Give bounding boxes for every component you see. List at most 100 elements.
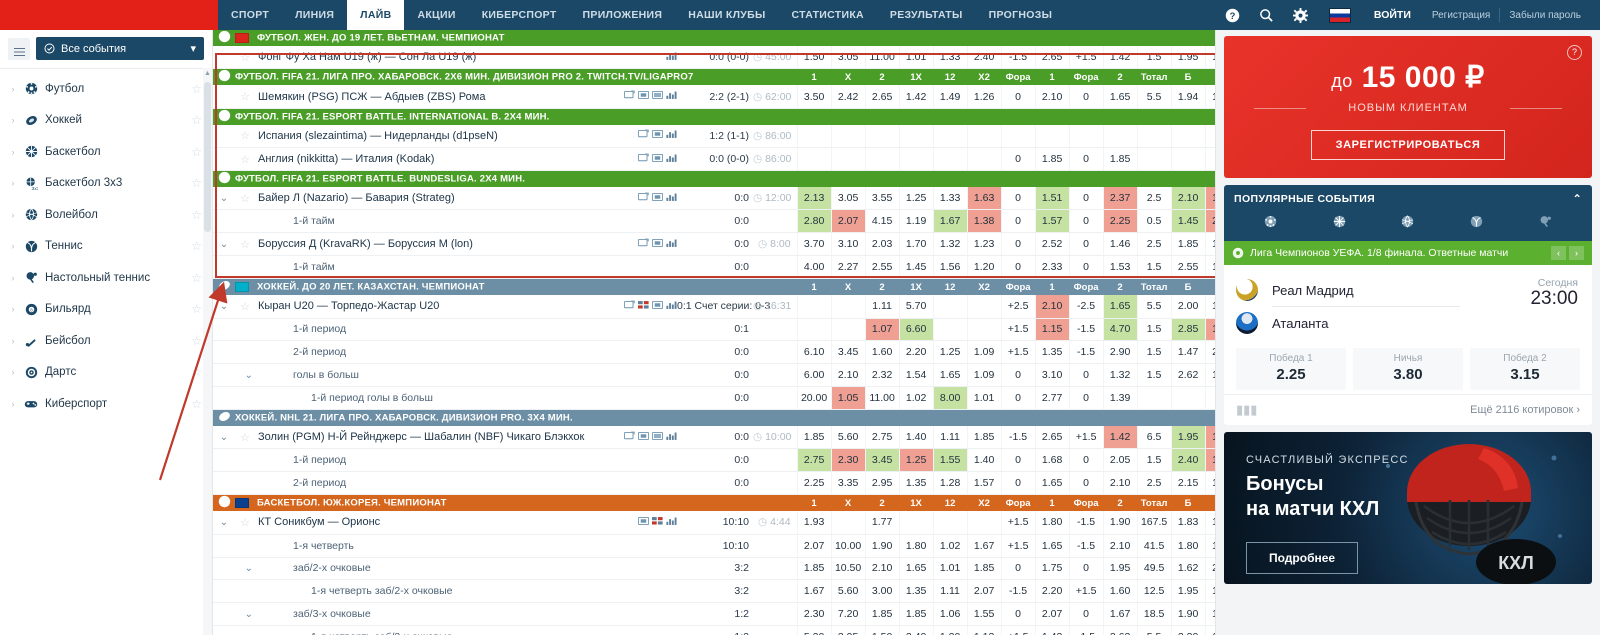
nav-item-1[interactable]: ЛИНИЯ <box>282 0 347 30</box>
odd-cell-9[interactable]: 2.25 <box>1102 209 1138 234</box>
favorite-star-icon[interactable]: ☆ <box>191 365 202 379</box>
column-header-9[interactable]: 2 <box>1103 494 1138 512</box>
odd-cell-3[interactable] <box>898 511 934 535</box>
market-row[interactable]: ⌄ заб/3-х очковые 1:2 2.30 7.20 1.85 1.85 1.06 1… <box>213 602 1215 627</box>
market-name[interactable]: 2-й период <box>255 471 585 496</box>
odd-cell-9[interactable]: 1.90 <box>1102 511 1138 535</box>
nav-item-4[interactable]: КИБЕРСПОРТ <box>469 0 570 30</box>
odd-cell-8[interactable]: -1.5 <box>1068 340 1104 365</box>
market-name[interactable]: 1-й период <box>255 448 585 473</box>
odd-cell-0[interactable]: 2.13 <box>796 187 832 211</box>
favorite-star-icon[interactable]: ☆ <box>191 334 202 348</box>
odd-cell-11[interactable]: 2.15 <box>1170 471 1206 496</box>
favorite-star-icon[interactable]: ☆ <box>191 302 202 316</box>
chevron-right-icon[interactable]: › <box>6 367 20 377</box>
odd-cell-4[interactable]: 1.11 <box>932 426 968 450</box>
odd-cell-6[interactable]: -1.5 <box>1000 46 1036 70</box>
odd-cell-0[interactable] <box>796 318 832 342</box>
odd-cell-7[interactable]: 1.65 <box>1034 471 1070 496</box>
odd-cell-11[interactable]: 1.83 <box>1170 511 1206 535</box>
column-header-1[interactable]: X <box>831 494 866 512</box>
odd-cell-6[interactable]: 0 <box>1000 471 1036 496</box>
odd-cell-7[interactable]: 1.35 <box>1034 340 1070 365</box>
odd-cell-5[interactable]: 1.09 <box>966 363 1002 388</box>
odd-cell-11[interactable] <box>1170 124 1206 149</box>
odd-cell-7[interactable]: 1.65 <box>1034 534 1070 558</box>
prev-league-icon[interactable]: ‹ <box>1551 246 1566 260</box>
odd-cell-1[interactable]: 10.00 <box>830 534 866 558</box>
odd-cell-10[interactable]: 2.5 <box>1136 471 1172 496</box>
odd-cell-9[interactable]: 2.90 <box>1102 340 1138 365</box>
odd-cell-7[interactable]: 1.68 <box>1034 448 1070 473</box>
odd-cell-3[interactable] <box>898 124 934 149</box>
odd-cell-4[interactable] <box>932 295 968 319</box>
odd-cell-9[interactable]: 2.63 <box>1102 625 1138 635</box>
odd-cell-6[interactable]: 0 <box>1000 557 1036 581</box>
odd-cell-5[interactable]: 1.55 <box>966 602 1002 627</box>
odd-cell-3[interactable]: 1.25 <box>898 448 934 473</box>
odd-cell-10[interactable]: 41.5 <box>1136 534 1172 558</box>
video-icon[interactable] <box>651 153 664 166</box>
odd-cell-8[interactable]: 0 <box>1068 85 1104 109</box>
odd-cell-1[interactable]: 5.60 <box>830 426 866 450</box>
event-name[interactable]: Байер Л (Nazario) — Бавария (Strateg) <box>255 187 585 211</box>
odd-cell-6[interactable]: 0 <box>1000 386 1036 411</box>
market-name[interactable]: 1-й тайм <box>255 209 585 234</box>
odd-cell-7[interactable]: 2.52 <box>1034 232 1070 257</box>
odd-cell-2[interactable]: 1.90 <box>864 534 900 558</box>
market-row[interactable]: 2-й период 0:0 2.25 3.35 2.95 1.35 1.28 1.57 0 1.… <box>213 471 1215 496</box>
odd-cell-2[interactable]: 2.55 <box>864 255 900 280</box>
column-header-9[interactable]: 2 <box>1103 278 1138 296</box>
odd-cell-3[interactable]: 1.35 <box>898 579 934 604</box>
odd-cell-0[interactable]: 3.70 <box>796 232 832 257</box>
odd-cell-11[interactable]: 1.95 <box>1170 579 1206 604</box>
odd-cell-1[interactable]: 3.95 <box>830 625 866 635</box>
odd-cell-1[interactable]: 2.42 <box>830 85 866 109</box>
odd-cell-4[interactable]: 1.25 <box>932 340 968 365</box>
odd-cell-2[interactable]: 1.77 <box>864 511 900 535</box>
odd-cell-3[interactable]: 1.70 <box>898 232 934 257</box>
odd-cell-7[interactable]: 2.20 <box>1034 579 1070 604</box>
odd-cell-1[interactable]: 7.20 <box>830 602 866 627</box>
odd-cell-5[interactable]: 2.40 <box>966 46 1002 70</box>
favorite-star-icon[interactable]: ☆ <box>235 232 255 257</box>
odd-cell-8[interactable]: -1.5 <box>1068 318 1104 342</box>
sidebar-item-1[interactable]: › Хоккей ☆ <box>0 105 212 137</box>
market-name[interactable]: 1-й тайм <box>255 255 585 280</box>
odd-cell-1[interactable]: 3.10 <box>830 232 866 257</box>
odd-cell-4[interactable]: 1.55 <box>932 448 968 473</box>
sidebar-item-0[interactable]: › Футбол ☆ <box>0 73 212 105</box>
odd-cell-10[interactable]: 0.5 <box>1136 209 1172 234</box>
market-odd-2[interactable]: Победа 2 3.15 <box>1470 348 1580 390</box>
odd-cell-9[interactable]: 1.85 <box>1102 147 1138 172</box>
odd-cell-1[interactable] <box>830 318 866 342</box>
odd-cell-5[interactable]: 1.26 <box>966 85 1002 109</box>
odd-cell-0[interactable]: 6.00 <box>796 363 832 388</box>
odd-cell-11[interactable]: 1.95 <box>1170 426 1206 450</box>
odd-cell-2[interactable]: 2.32 <box>864 363 900 388</box>
event-row[interactable]: ☆ Шемякин (PSG) ПСЖ — Абдыев (ZBS) Рома 2:… <box>213 85 1215 109</box>
favorite-star-icon[interactable]: ☆ <box>235 147 255 172</box>
expand-toggle-icon[interactable] <box>213 85 235 109</box>
odd-cell-1[interactable]: 2.07 <box>830 209 866 234</box>
odd-cell-8[interactable]: 0 <box>1068 255 1104 280</box>
odd-cell-7[interactable]: 2.33 <box>1034 255 1070 280</box>
chevron-right-icon[interactable]: › <box>6 273 20 283</box>
submarket-expand-icon[interactable] <box>235 255 255 280</box>
odd-cell-2[interactable]: 4.15 <box>864 209 900 234</box>
odd-cell-4[interactable] <box>932 124 968 149</box>
odd-cell-1[interactable] <box>830 124 866 149</box>
tv-icon[interactable] <box>637 192 649 205</box>
odd-cell-11[interactable]: 2.62 <box>1170 363 1206 388</box>
odd-cell-3[interactable]: 1.65 <box>898 557 934 581</box>
chevron-right-icon[interactable]: › <box>6 399 20 409</box>
odd-cell-11[interactable]: 2.30 <box>1170 625 1206 635</box>
odd-cell-1[interactable] <box>830 147 866 172</box>
chevron-right-icon[interactable]: › <box>6 178 20 188</box>
expand-toggle-icon[interactable]: ⌄ <box>213 232 235 257</box>
search-icon[interactable] <box>1250 0 1284 30</box>
nav-item-0[interactable]: СПОРТ <box>218 0 282 30</box>
video-icon[interactable] <box>651 238 664 251</box>
submarket-expand-icon[interactable] <box>235 534 255 558</box>
odd-cell-6[interactable]: 0 <box>1000 448 1036 473</box>
